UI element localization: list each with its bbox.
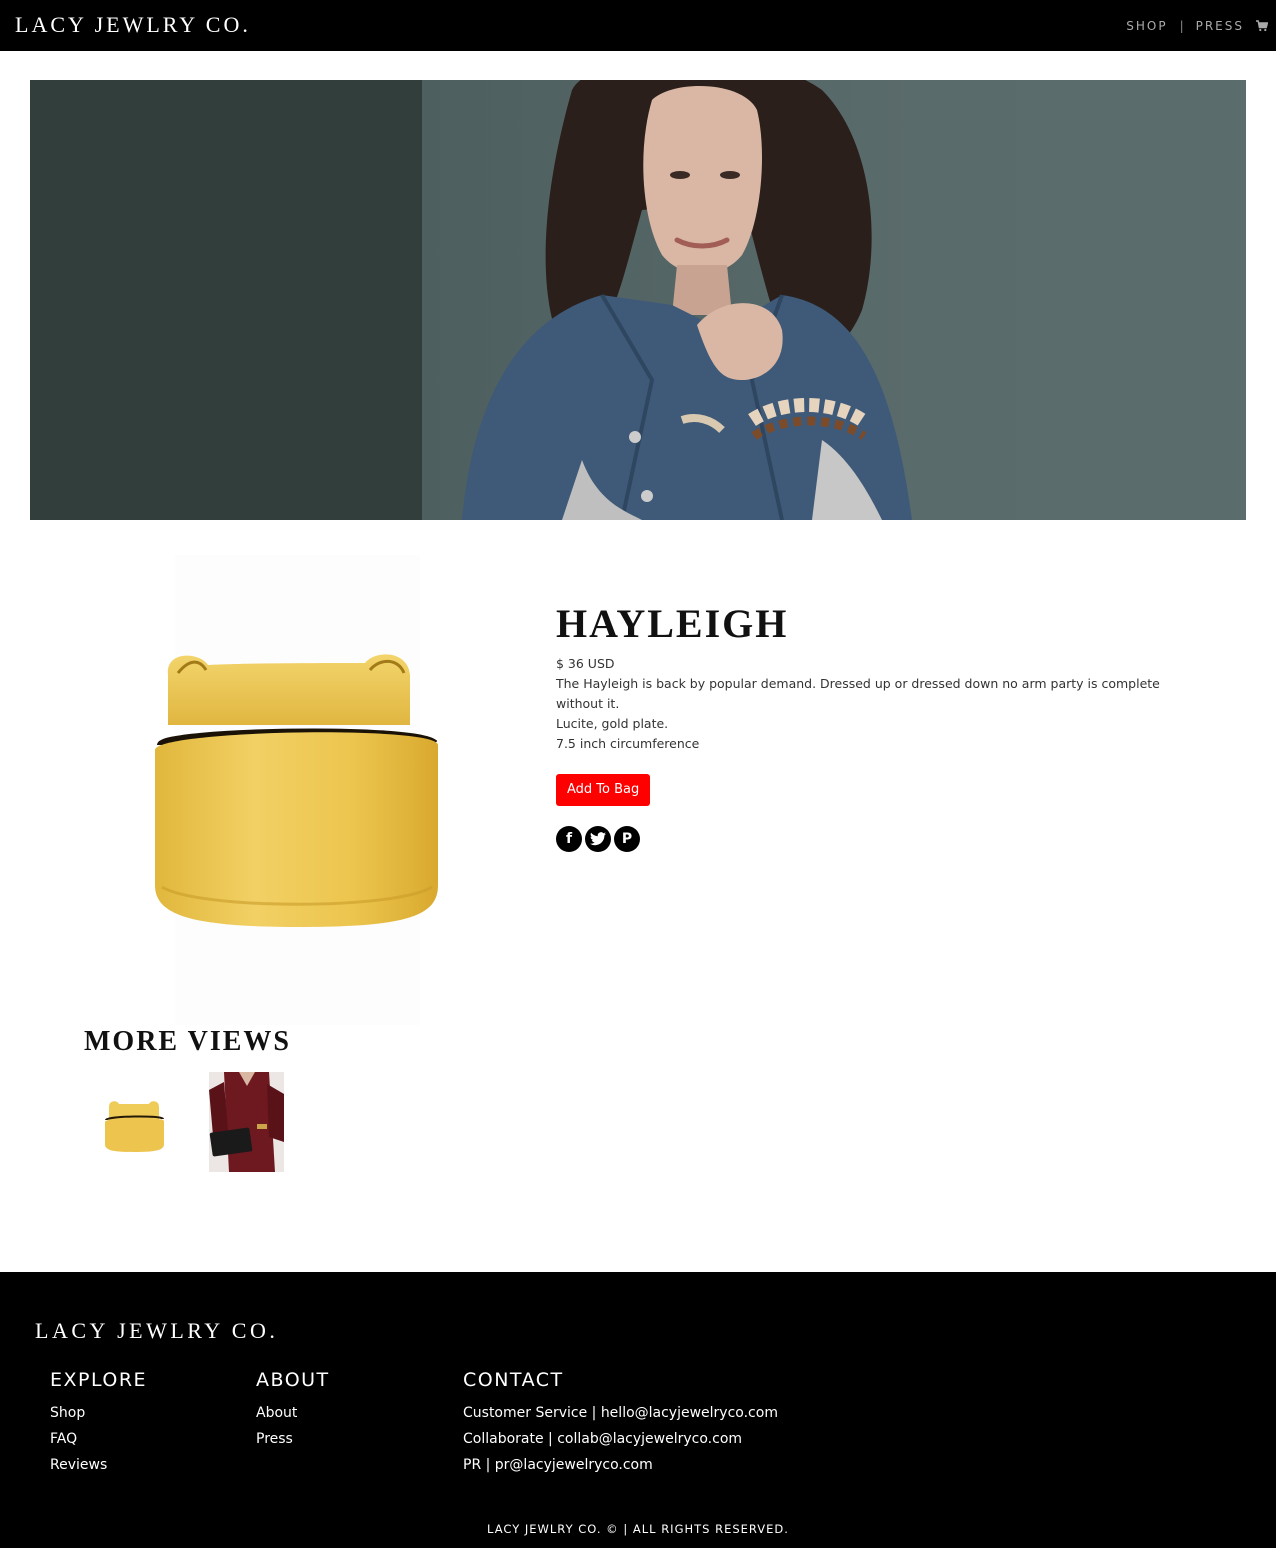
footer-link-about[interactable]: About bbox=[256, 1400, 330, 1426]
pinterest-icon[interactable]: P bbox=[614, 826, 640, 852]
gold-cuff-bracelet-image bbox=[155, 654, 438, 927]
top-nav: SHOP | PRESS bbox=[1126, 17, 1269, 35]
nav-shop-link[interactable]: SHOP bbox=[1126, 19, 1167, 33]
product-material: Lucite, gold plate. bbox=[556, 716, 669, 731]
product-description: The Hayleigh is back by popular demand. … bbox=[556, 676, 1160, 711]
contact-customer-service[interactable]: Customer Service | hello@lacyjewelryco.c… bbox=[463, 1400, 778, 1426]
product-size: 7.5 inch circumference bbox=[556, 736, 700, 751]
hero-model-image bbox=[462, 80, 912, 520]
site-footer: LACY JEWLRY CO. EXPLORE Shop FAQ Reviews… bbox=[0, 1272, 1276, 1548]
hero-banner bbox=[30, 80, 1246, 520]
cart-icon[interactable] bbox=[1256, 20, 1269, 32]
product-details: HAYLEIGH $ 36 USD The Hayleigh is back b… bbox=[556, 600, 1176, 852]
about-heading: ABOUT bbox=[256, 1369, 330, 1391]
social-share: f P bbox=[556, 826, 1176, 852]
product-price: $ 36 USD bbox=[556, 656, 615, 671]
contact-pr[interactable]: PR | pr@lacyjewelryco.com bbox=[463, 1452, 778, 1478]
footer-explore-column: EXPLORE Shop FAQ Reviews bbox=[50, 1368, 147, 1478]
thumbnail-gold-cuff[interactable] bbox=[97, 1072, 172, 1172]
contact-heading: CONTACT bbox=[463, 1369, 564, 1391]
explore-heading: EXPLORE bbox=[50, 1369, 148, 1391]
footer-about-column: ABOUT About Press bbox=[256, 1368, 330, 1452]
product-title: HAYLEIGH bbox=[556, 601, 789, 646]
add-to-bag-button[interactable]: Add To Bag bbox=[556, 774, 651, 806]
footer-brand-logo[interactable]: LACY JEWLRY CO. bbox=[35, 1318, 278, 1344]
product-main-image[interactable] bbox=[120, 555, 480, 1025]
nav-press-link[interactable]: PRESS bbox=[1196, 19, 1244, 33]
brand-logo[interactable]: LACY JEWLRY CO. bbox=[15, 12, 251, 38]
more-views-title: MORE VIEWS bbox=[84, 1026, 291, 1057]
thumbnail-model-outfit[interactable] bbox=[209, 1072, 284, 1172]
copyright-text: LACY JEWLRY CO. © | ALL RIGHTS RESERVED. bbox=[487, 1522, 789, 1536]
contact-collaborate[interactable]: Collaborate | collab@lacyjewelryco.com bbox=[463, 1426, 778, 1452]
facebook-icon[interactable]: f bbox=[556, 826, 582, 852]
footer-contact-column: CONTACT Customer Service | hello@lacyjew… bbox=[463, 1368, 778, 1478]
hero-dark-panel bbox=[30, 80, 422, 520]
footer-link-faq[interactable]: FAQ bbox=[50, 1426, 147, 1452]
footer-link-press[interactable]: Press bbox=[256, 1426, 330, 1452]
nav-separator: | bbox=[1179, 19, 1184, 33]
footer-link-shop[interactable]: Shop bbox=[50, 1400, 147, 1426]
twitter-icon[interactable] bbox=[585, 826, 611, 852]
footer-link-reviews[interactable]: Reviews bbox=[50, 1452, 147, 1478]
top-header: LACY JEWLRY CO. SHOP | PRESS bbox=[0, 0, 1276, 51]
